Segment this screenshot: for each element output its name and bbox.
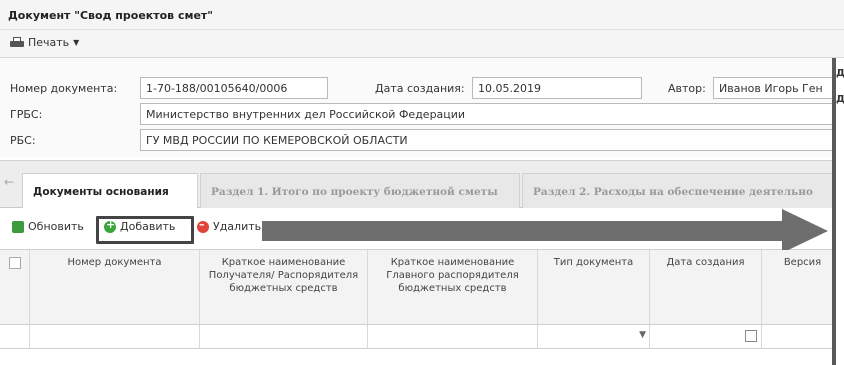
tab-bar: ← Документы основания Раздел 1. Итого по… [0,160,844,210]
grbs-label: ГРБС: [10,108,43,121]
pointer-arrow [262,221,782,241]
delete-button[interactable]: Удалить [197,218,262,233]
print-menu-label: Печать [28,36,70,49]
print-toolbar: Печать ▼ [0,30,844,58]
grid-select-all-header [0,250,30,325]
filter-recipient[interactable] [200,325,368,349]
tab-documents-basis[interactable]: Документы основания [22,173,198,210]
select-all-checkbox[interactable] [9,257,21,269]
side-panel-label: Д [836,68,844,79]
documents-grid: Номер документа Краткое наименование Пол… [0,250,844,365]
doc-number-field[interactable]: 1-70-188/00105640/0006 [140,77,328,99]
window-titlebar: Документ "Свод проектов смет" [0,0,844,30]
column-header-created-date[interactable]: Дата создания [650,250,762,325]
tab-scroll-left-icon[interactable]: ← [4,175,18,193]
side-panel-label: Д [836,94,844,105]
print-menu-button[interactable]: Печать ▼ [10,36,79,49]
refresh-label: Обновить [28,220,84,233]
column-header-doc-number[interactable]: Номер документа [30,250,200,325]
chevron-down-icon[interactable]: ▼ [639,330,646,340]
filter-main-manager[interactable] [368,325,538,349]
grid-filter-row: ▼ [0,325,844,349]
side-panel-edge: Д Д [832,58,844,365]
delete-label: Удалить [213,220,262,233]
add-button-highlight [96,216,194,244]
column-header-doc-type[interactable]: Тип документа [538,250,650,325]
calendar-icon[interactable] [745,330,757,342]
doc-number-label: Номер документа: [10,82,118,95]
document-form: Номер документа: 1-70-188/00105640/0006 … [0,58,844,158]
delete-icon [197,218,209,233]
grbs-field[interactable]: Министерство внутренних дел Российской Ф… [140,103,833,125]
filter-doc-type[interactable]: ▼ [538,325,650,349]
filter-cell [0,325,30,349]
column-header-recipient[interactable]: Краткое наименование Получателя/ Распоря… [200,250,368,325]
pointer-arrow-head [782,209,828,253]
tab-section-1[interactable]: Раздел 1. Итого по проекту бюджетной сме… [200,173,520,209]
author-field[interactable]: Иванов Игорь Ген [713,77,833,99]
column-header-main-manager[interactable]: Краткое наименование Главного распорядит… [368,250,538,325]
created-date-field[interactable]: 10.05.2019 [472,77,642,99]
chevron-down-icon: ▼ [73,38,80,47]
refresh-icon [12,220,24,233]
refresh-button[interactable]: Обновить [12,220,84,233]
filter-created-date[interactable] [650,325,762,349]
created-date-label: Дата создания: [375,82,465,95]
window-title: Документ "Свод проектов смет" [8,9,214,22]
author-label: Автор: [668,82,706,95]
tab-section-2[interactable]: Раздел 2. Расходы на обеспечение деятель… [522,173,844,209]
rbs-field[interactable]: ГУ МВД РОССИИ ПО КЕМЕРОВСКОЙ ОБЛАСТИ [140,129,833,151]
printer-icon [10,36,24,49]
filter-doc-number[interactable] [30,325,200,349]
rbs-label: РБС: [10,134,36,147]
